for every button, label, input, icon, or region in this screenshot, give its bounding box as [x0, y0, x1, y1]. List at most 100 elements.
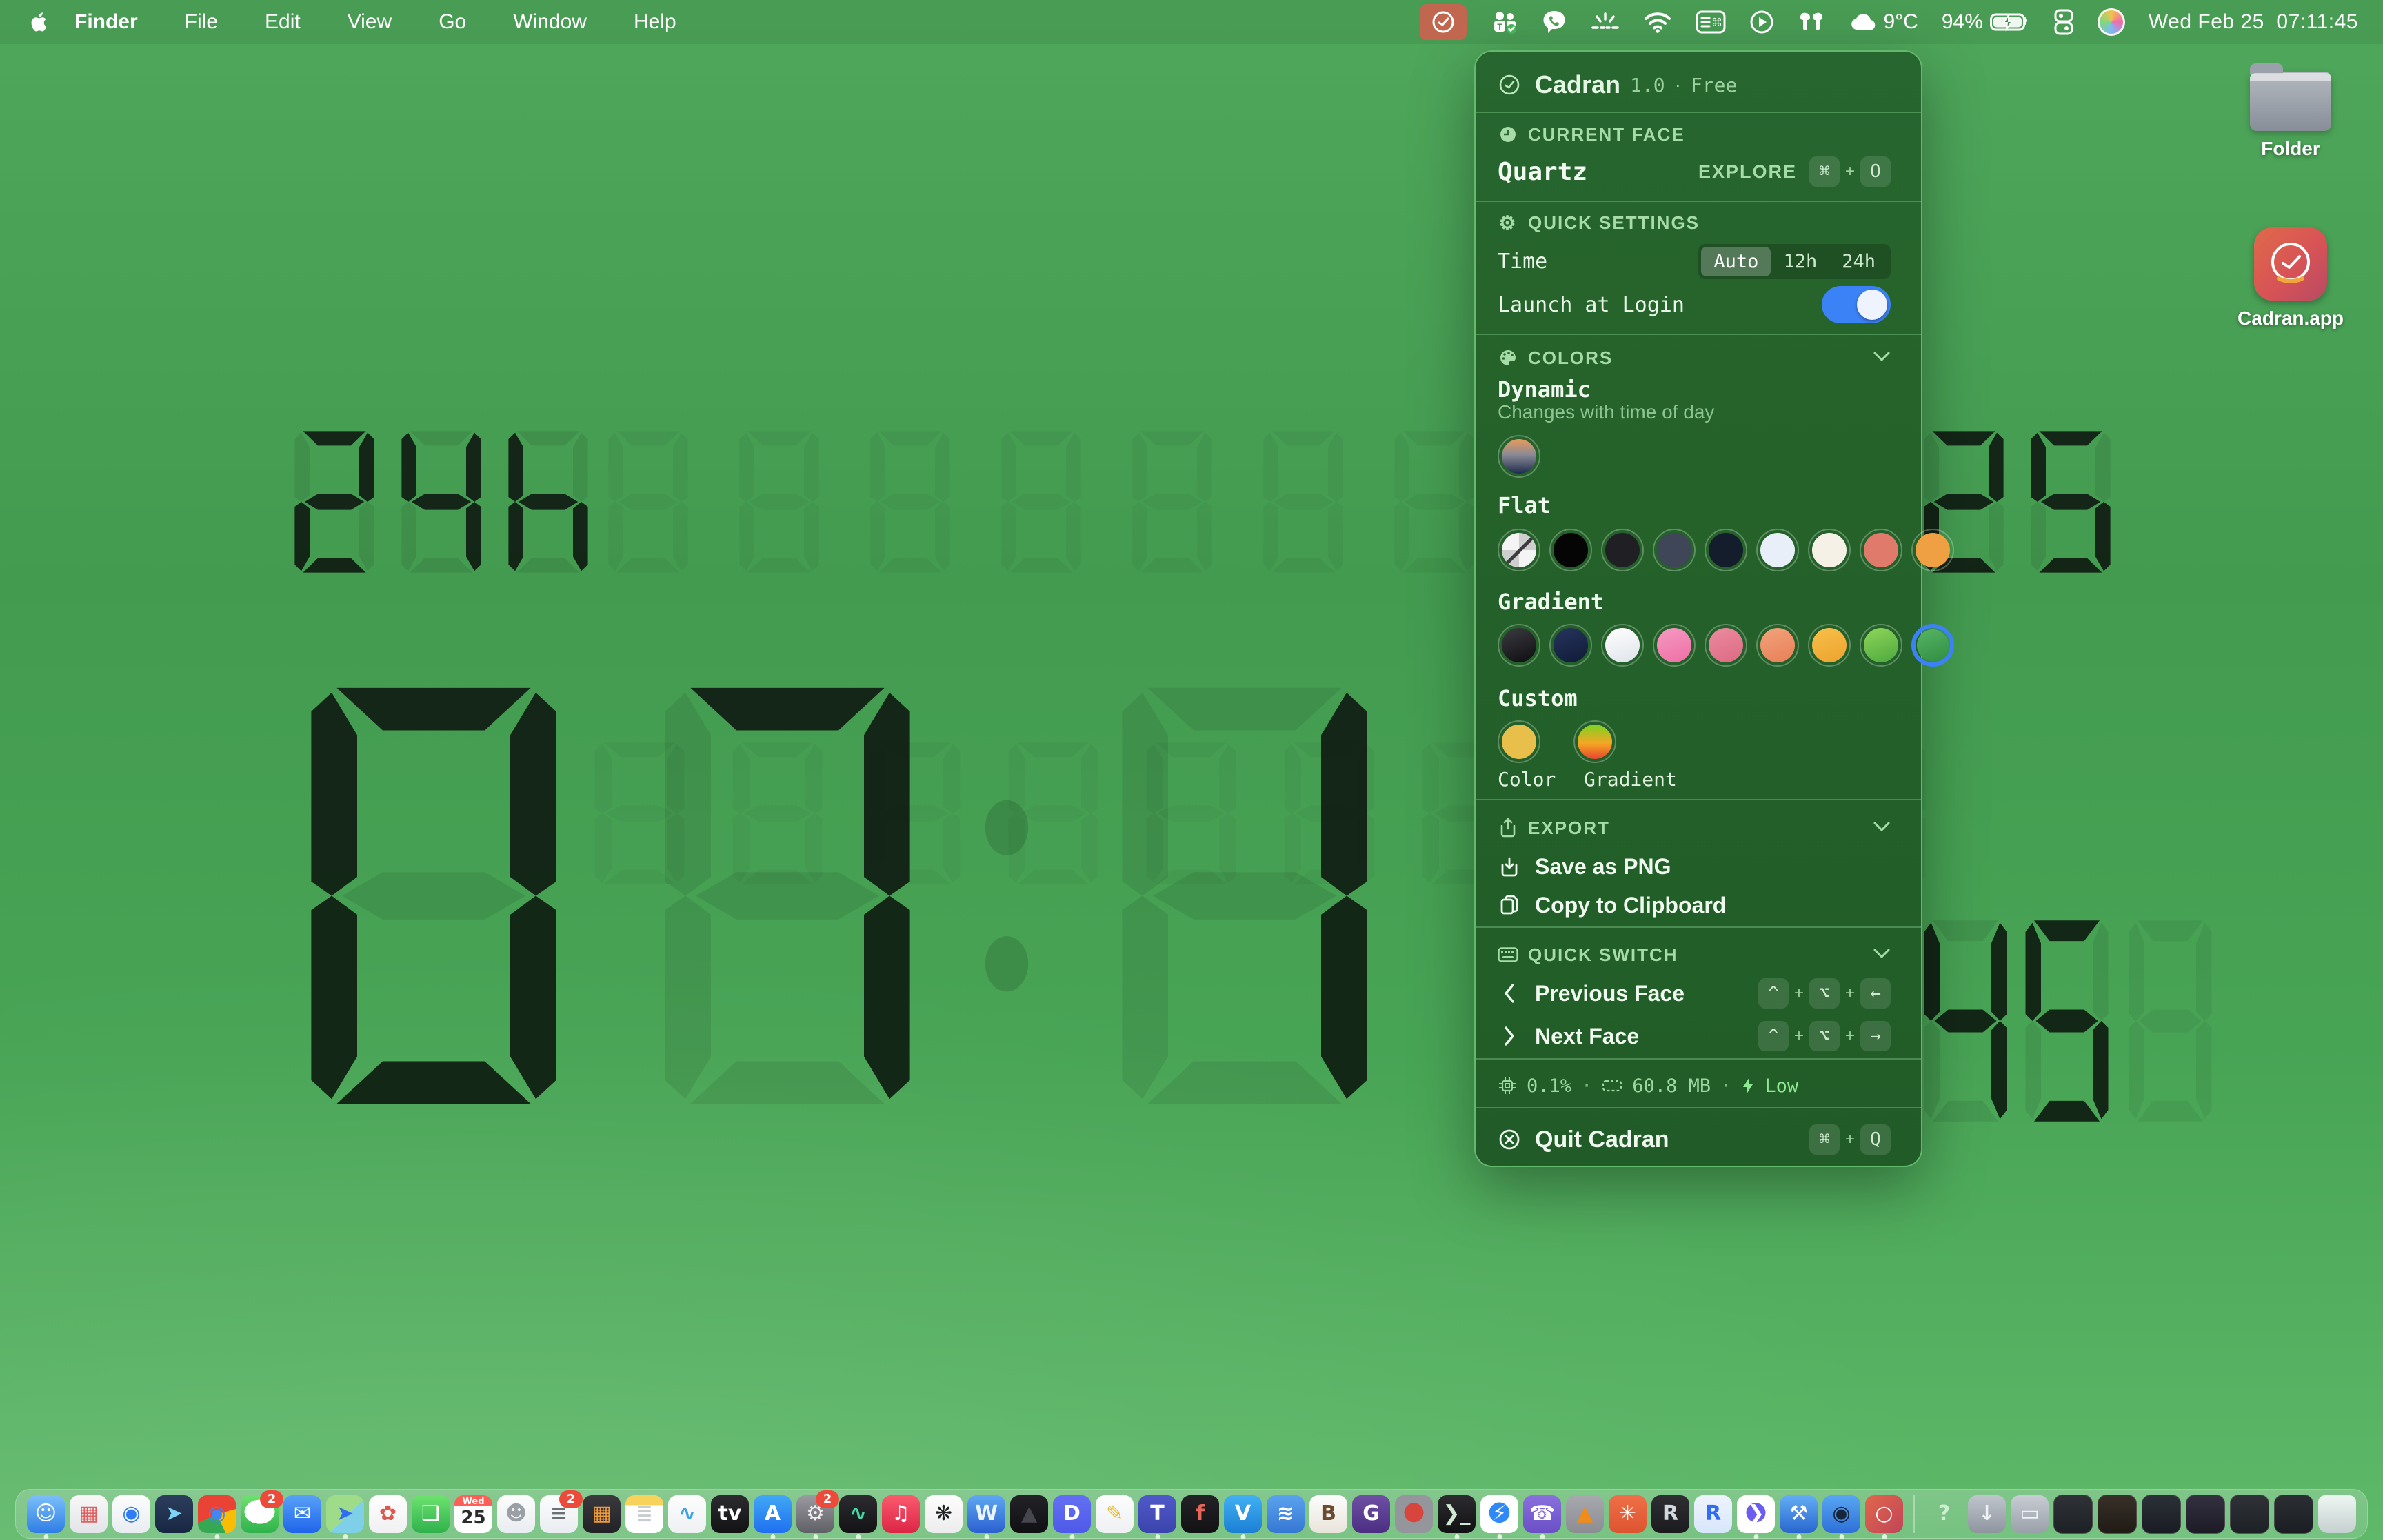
- shortcuts-window-icon[interactable]: ⌘: [1696, 4, 1726, 40]
- dock-item-messenger[interactable]: ⚡: [1480, 1495, 1518, 1533]
- battery-item[interactable]: 94%: [1942, 4, 2030, 40]
- dock-item-trash[interactable]: [2318, 1495, 2356, 1533]
- export-section-header[interactable]: EXPORT: [1498, 814, 1891, 842]
- wifi-icon[interactable]: [1643, 4, 1672, 40]
- swatch-navy[interactable]: [1549, 624, 1592, 667]
- stack-switch-icon[interactable]: [2053, 4, 2074, 40]
- play-circle-icon[interactable]: [1749, 4, 1774, 40]
- chevron-down-icon[interactable]: [1873, 821, 1891, 835]
- dock-item-dbeaver[interactable]: B: [1309, 1495, 1347, 1533]
- swatch-charcoal[interactable]: [1498, 624, 1540, 667]
- dock-item-r-blue-app[interactable]: R: [1694, 1495, 1732, 1533]
- menu-item-file[interactable]: File: [161, 10, 241, 34]
- dock-item-facetime[interactable]: ❏: [412, 1495, 450, 1533]
- dock-item-launchpad[interactable]: ▦: [70, 1495, 108, 1533]
- swatch-salmon[interactable]: [1860, 529, 1902, 571]
- swatch-cream[interactable]: [1808, 529, 1851, 571]
- quit-cadran-item[interactable]: Quit Cadran ⌘+Q: [1498, 1122, 1891, 1157]
- dock-item-minimized-window-3[interactable]: [2142, 1495, 2181, 1534]
- dock-item-starburst-app[interactable]: ✳: [1609, 1495, 1647, 1533]
- swatch-white[interactable]: [1601, 624, 1644, 667]
- viber-menubar-icon[interactable]: [1541, 4, 1567, 40]
- menu-item-go[interactable]: Go: [415, 10, 490, 34]
- swatch-amber[interactable]: [1808, 624, 1851, 667]
- dock-item-chrome[interactable]: ◉: [198, 1495, 236, 1533]
- menu-item-edit[interactable]: Edit: [241, 10, 324, 34]
- time-option-24h[interactable]: 24h: [1829, 247, 1888, 276]
- time-option-12h[interactable]: 12h: [1771, 247, 1829, 276]
- dock-item-safari[interactable]: ◉: [112, 1495, 150, 1533]
- launch-at-login-toggle[interactable]: [1822, 286, 1891, 323]
- previous-face-item[interactable]: Previous Face ^+⌥+←: [1498, 975, 1891, 1011]
- weather-item[interactable]: 9°C: [1849, 4, 1918, 40]
- dock-item-finder[interactable]: ☺: [27, 1495, 65, 1533]
- dock-item-github[interactable]: G: [1352, 1495, 1390, 1533]
- dock-item-minimized-window-6[interactable]: [2274, 1495, 2313, 1534]
- dock-item-pencil-app[interactable]: ✎: [1096, 1495, 1134, 1533]
- swatch-peach[interactable]: [1756, 624, 1799, 667]
- swatch-custom-color[interactable]: [1498, 720, 1540, 763]
- infinity-orb-icon[interactable]: [2098, 4, 2125, 40]
- swatch-pink[interactable]: [1653, 624, 1696, 667]
- dock-item-mail[interactable]: ✉: [283, 1495, 321, 1533]
- dock-item-cadran-dock[interactable]: ○: [1865, 1495, 1903, 1533]
- dock-item-messages[interactable]: 2: [241, 1495, 279, 1533]
- swatch-ice-white[interactable]: [1756, 529, 1799, 571]
- dock-item-xcode[interactable]: ⚒: [1780, 1495, 1818, 1533]
- dock-item-docker[interactable]: ≋: [1267, 1495, 1305, 1533]
- dock-item-ms-teams[interactable]: T: [1138, 1495, 1176, 1533]
- explore-shortcut[interactable]: EXPLORE ⌘+O: [1698, 156, 1891, 187]
- dock-item-discord[interactable]: D: [1053, 1495, 1091, 1533]
- swatch-dynamic-sunset[interactable]: [1498, 435, 1540, 478]
- dock-item-triangle-app[interactable]: ▲: [1010, 1495, 1048, 1533]
- dock-item-riot-games[interactable]: [1395, 1495, 1433, 1533]
- swatch-slate[interactable]: [1653, 529, 1696, 571]
- dock-item-maps[interactable]: ➤: [326, 1495, 364, 1533]
- chevron-down-icon[interactable]: [1873, 948, 1891, 962]
- swatch-orange[interactable]: [1911, 529, 1954, 571]
- colors-section-header[interactable]: COLORS: [1498, 344, 1891, 372]
- dock-item-warp[interactable]: ❯: [1737, 1495, 1775, 1533]
- swatch-charcoal[interactable]: [1601, 529, 1644, 571]
- swatch-green[interactable]: [1911, 624, 1954, 667]
- copy-to-clipboard-item[interactable]: Copy to Clipboard: [1498, 889, 1891, 922]
- dock-item-calculator[interactable]: ▦: [583, 1495, 621, 1533]
- dock-item-downloads-folder[interactable]: ↓: [1968, 1495, 2006, 1533]
- swatch-dark-navy[interactable]: [1705, 529, 1747, 571]
- next-face-item[interactable]: Next Face ^+⌥+→: [1498, 1018, 1891, 1054]
- dock-item-app-store[interactable]: A: [754, 1495, 792, 1533]
- desktop-icon-folder[interactable]: Folder: [2229, 72, 2353, 160]
- desktop-icon-cadran-app[interactable]: Cadran.app: [2229, 227, 2353, 330]
- dock-item-notes[interactable]: ≣: [625, 1495, 663, 1533]
- dock-item-telegram[interactable]: ➤: [155, 1495, 193, 1533]
- dock-item-minimized-window-2[interactable]: [2098, 1495, 2137, 1534]
- dock-item-audio-app[interactable]: ◉: [1822, 1495, 1860, 1533]
- dock-item-activity-monitor[interactable]: ∿: [839, 1495, 877, 1533]
- dock-item-folder-stack[interactable]: ▭: [2011, 1495, 2049, 1533]
- dock-item-music[interactable]: ♫: [882, 1495, 920, 1533]
- swatch-lime-green[interactable]: [1860, 624, 1902, 667]
- dock-item-r-dark-app[interactable]: R: [1651, 1495, 1689, 1533]
- dock-item-minimized-window-1[interactable]: [2053, 1495, 2093, 1534]
- swatch-black[interactable]: [1549, 529, 1592, 571]
- swatch-rose[interactable]: [1705, 624, 1747, 667]
- dock-item-chatgpt[interactable]: ❋: [925, 1495, 963, 1533]
- teams-status-icon[interactable]: T: [1490, 4, 1518, 40]
- dock-item-terminal[interactable]: ❯_: [1438, 1495, 1476, 1533]
- dock-item-reminders[interactable]: ≡2: [540, 1495, 578, 1533]
- menu-app-name[interactable]: Finder: [74, 10, 161, 34]
- quick-switch-section-header[interactable]: QUICK SWITCH: [1498, 941, 1891, 969]
- dock-item-vscode[interactable]: V: [1224, 1495, 1262, 1533]
- dock-item-vlc[interactable]: ▲: [1566, 1495, 1604, 1533]
- time-option-auto[interactable]: Auto: [1701, 247, 1771, 276]
- menu-item-help[interactable]: Help: [610, 10, 700, 34]
- swatch-custom-gradient[interactable]: [1573, 720, 1616, 763]
- menubar-clock[interactable]: Wed Feb 25 07:11:45: [2149, 10, 2358, 34]
- burst-icon[interactable]: [1591, 4, 1620, 40]
- dock-item-figma[interactable]: f: [1181, 1495, 1219, 1533]
- cadran-menubar-icon[interactable]: [1420, 4, 1467, 40]
- dock-item-minimized-window-4[interactable]: [2186, 1495, 2225, 1534]
- dock-item-missing-app[interactable]: ?: [1925, 1495, 1963, 1533]
- swatch-none[interactable]: [1498, 529, 1540, 571]
- dock-item-calendar[interactable]: Wed25: [454, 1495, 492, 1533]
